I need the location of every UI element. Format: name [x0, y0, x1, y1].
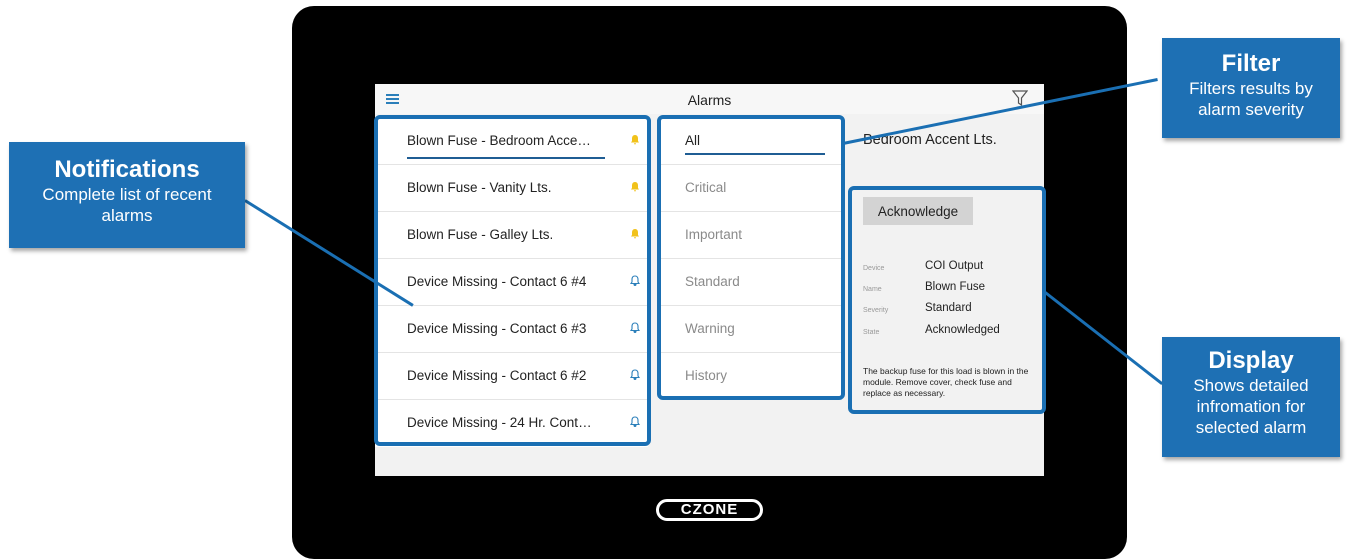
display-callout: Display Shows detailed infromation for s…: [1162, 337, 1340, 457]
filter-callout-body: Filters results by alarm severity: [1189, 79, 1313, 119]
page-title: Alarms: [687, 92, 732, 108]
notifications-highlight-box: [374, 115, 651, 446]
notifications-callout-heading: Notifications: [54, 156, 200, 183]
display-callout-body: Shows detailed infromation for selected …: [1193, 376, 1309, 437]
czone-logo: CZONE: [656, 499, 763, 521]
filter-callout: Filter Filters results by alarm severity: [1162, 38, 1340, 138]
top-bar: Alarms: [375, 84, 1044, 114]
display-callout-heading: Display: [1208, 347, 1294, 374]
filter-callout-heading: Filter: [1221, 50, 1281, 77]
notifications-callout: Notifications Complete list of recent al…: [9, 142, 245, 248]
notifications-callout-body: Complete list of recent alarms: [42, 185, 212, 225]
filter-highlight-box: [657, 115, 845, 400]
display-highlight-box: [848, 186, 1046, 414]
